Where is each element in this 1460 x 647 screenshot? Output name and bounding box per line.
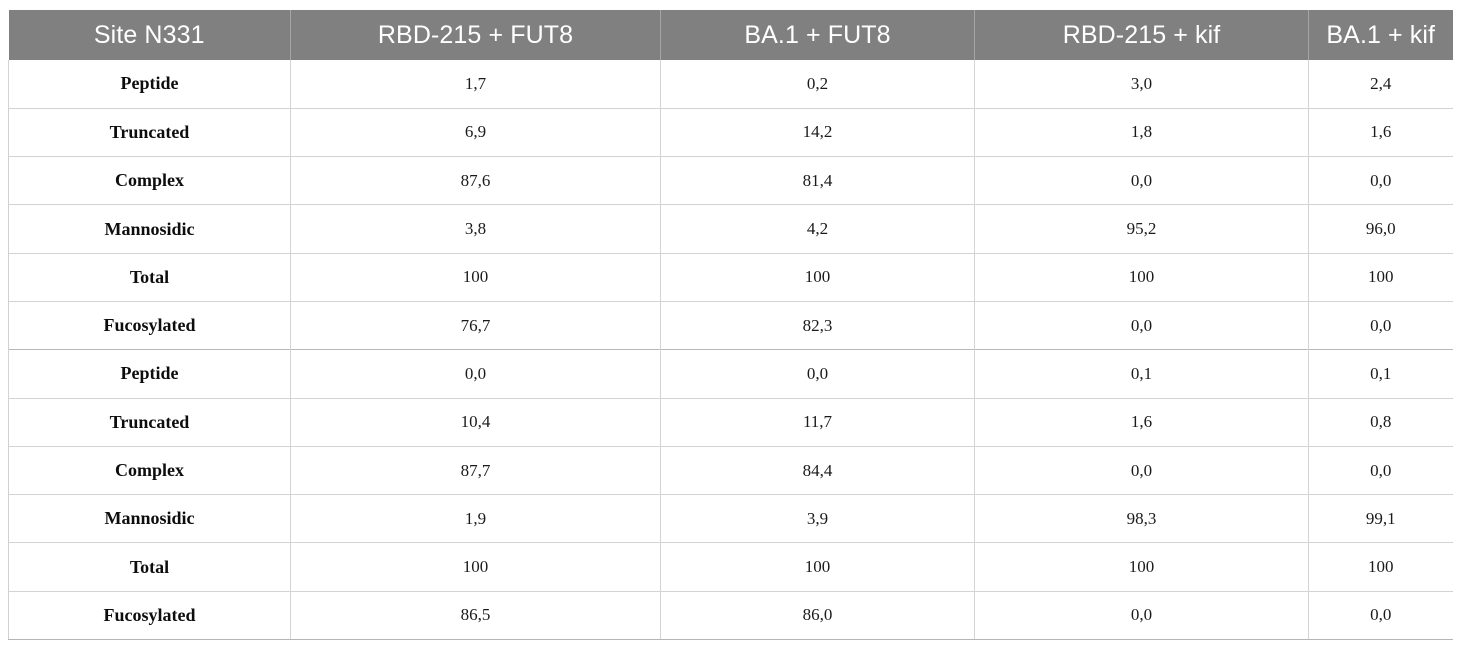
row-label: Complex: [8, 445, 291, 495]
column-header-rbd215-fut8: RBD-215 + FUT8: [290, 10, 661, 60]
cell-ba1-fut8: 0,0: [660, 349, 975, 399]
cell-rbd215-kif: 1,8: [974, 107, 1309, 157]
cell-rbd215-kif: 98,3: [974, 494, 1309, 543]
row-label: Complex: [8, 156, 291, 205]
cell-ba1-fut8: 3,9: [660, 494, 975, 543]
table-header: Site N331 RBD-215 + FUT8 BA.1 + FUT8 RBD…: [8, 10, 1453, 60]
cell-rbd215-fut8: 6,9: [290, 107, 661, 157]
cell-ba1-fut8: 100: [660, 252, 975, 302]
cell-rbd215-kif: 0,1: [974, 349, 1309, 399]
row-label: Truncated: [8, 397, 291, 447]
cell-ba1-kif: 99,1: [1308, 494, 1453, 543]
cell-rbd215-fut8: 100: [290, 252, 661, 302]
cell-ba1-kif: 100: [1308, 252, 1453, 302]
cell-rbd215-kif: 100: [974, 542, 1309, 592]
table-row: Peptide 1,7 0,2 3,0 2,4: [8, 60, 1453, 109]
cell-ba1-fut8: 11,7: [660, 397, 975, 447]
cell-ba1-fut8: 100: [660, 542, 975, 592]
cell-rbd215-fut8: 76,7: [290, 300, 661, 350]
cell-ba1-kif: 0,0: [1308, 590, 1453, 641]
cell-ba1-fut8: 86,0: [660, 590, 975, 641]
row-label: Truncated: [8, 107, 291, 157]
cell-rbd215-fut8: 100: [290, 542, 661, 592]
row-label: Fucosylated: [8, 300, 291, 350]
cell-ba1-fut8: 84,4: [660, 445, 975, 495]
cell-rbd215-fut8: 87,6: [290, 156, 661, 205]
cell-ba1-kif: 100: [1308, 542, 1453, 592]
cell-rbd215-kif: 0,0: [974, 445, 1309, 495]
row-label: Total: [8, 542, 291, 592]
cell-ba1-kif: 0,8: [1308, 397, 1453, 447]
cell-ba1-fut8: 82,3: [660, 300, 975, 350]
cell-rbd215-kif: 95,2: [974, 204, 1309, 254]
glycan-composition-table-container: Site N331 RBD-215 + FUT8 BA.1 + FUT8 RBD…: [8, 10, 1453, 641]
cell-rbd215-kif: 100: [974, 252, 1309, 302]
table-row: Total 100 100 100 100: [8, 252, 1453, 302]
table-row: Truncated 6,9 14,2 1,8 1,6: [8, 107, 1453, 157]
table-header-row: Site N331 RBD-215 + FUT8 BA.1 + FUT8 RBD…: [8, 10, 1453, 60]
cell-ba1-kif: 96,0: [1308, 204, 1453, 254]
row-label: Fucosylated: [8, 590, 291, 641]
column-header-site: Site N331: [8, 10, 291, 60]
cell-rbd215-fut8: 1,7: [290, 60, 661, 109]
cell-ba1-kif: 0,1: [1308, 349, 1453, 399]
table-row: Complex 87,7 84,4 0,0 0,0: [8, 445, 1453, 495]
cell-rbd215-fut8: 0,0: [290, 349, 661, 399]
table-row: Mannosidic 1,9 3,9 98,3 99,1: [8, 494, 1453, 543]
cell-rbd215-kif: 3,0: [974, 60, 1309, 109]
column-header-rbd215-kif: RBD-215 + kif: [974, 10, 1309, 60]
cell-rbd215-fut8: 10,4: [290, 397, 661, 447]
cell-rbd215-kif: 1,6: [974, 397, 1309, 447]
table-row: Complex 87,6 81,4 0,0 0,0: [8, 156, 1453, 205]
row-label: Mannosidic: [8, 204, 291, 254]
cell-ba1-fut8: 81,4: [660, 156, 975, 205]
glycan-composition-table: Site N331 RBD-215 + FUT8 BA.1 + FUT8 RBD…: [8, 10, 1453, 641]
table-body: Peptide 1,7 0,2 3,0 2,4 Truncated 6,9 14…: [8, 60, 1453, 641]
table-row: Mannosidic 3,8 4,2 95,2 96,0: [8, 204, 1453, 254]
cell-ba1-fut8: 14,2: [660, 107, 975, 157]
cell-ba1-kif: 0,0: [1308, 445, 1453, 495]
cell-rbd215-kif: 0,0: [974, 300, 1309, 350]
table-row: Peptide 0,0 0,0 0,1 0,1: [8, 349, 1453, 399]
cell-ba1-kif: 1,6: [1308, 107, 1453, 157]
table-row: Truncated 10,4 11,7 1,6 0,8: [8, 397, 1453, 447]
cell-ba1-fut8: 4,2: [660, 204, 975, 254]
table-row: Fucosylated 86,5 86,0 0,0 0,0: [8, 590, 1453, 641]
row-label: Peptide: [8, 349, 291, 399]
cell-rbd215-fut8: 87,7: [290, 445, 661, 495]
row-label: Mannosidic: [8, 494, 291, 543]
cell-rbd215-fut8: 1,9: [290, 494, 661, 543]
column-header-ba1-fut8: BA.1 + FUT8: [660, 10, 975, 60]
cell-ba1-kif: 2,4: [1308, 60, 1453, 109]
cell-ba1-kif: 0,0: [1308, 156, 1453, 205]
cell-rbd215-fut8: 3,8: [290, 204, 661, 254]
cell-ba1-fut8: 0,2: [660, 60, 975, 109]
cell-rbd215-fut8: 86,5: [290, 590, 661, 641]
column-header-ba1-kif: BA.1 + kif: [1308, 10, 1453, 60]
cell-ba1-kif: 0,0: [1308, 300, 1453, 350]
row-label: Peptide: [8, 60, 291, 109]
cell-rbd215-kif: 0,0: [974, 156, 1309, 205]
table-row: Total 100 100 100 100: [8, 542, 1453, 592]
cell-rbd215-kif: 0,0: [974, 590, 1309, 641]
table-row: Fucosylated 76,7 82,3 0,0 0,0: [8, 300, 1453, 350]
row-label: Total: [8, 252, 291, 302]
